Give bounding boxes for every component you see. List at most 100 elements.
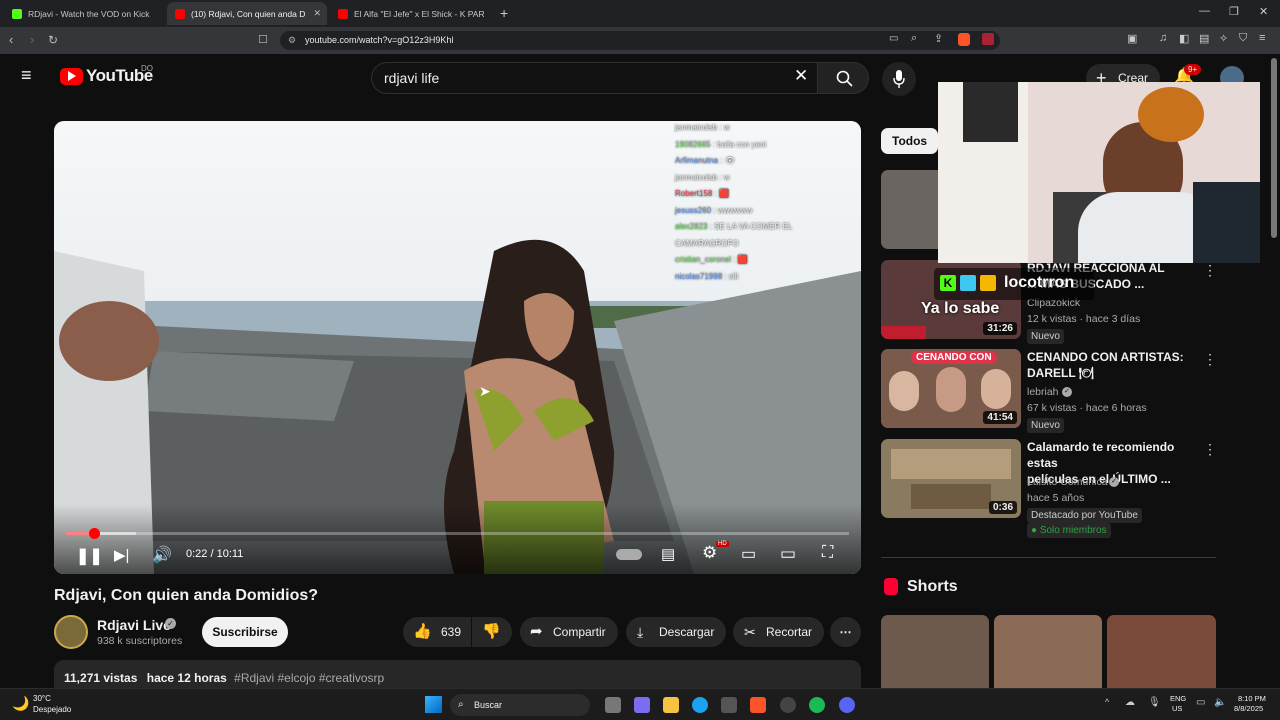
cast-icon[interactable]: ▭	[889, 33, 898, 44]
recommendation-item[interactable]: 0:36 Calamardo te recomiendo estas pelíc…	[881, 439, 1221, 538]
next-button[interactable]: ▶|	[114, 546, 129, 564]
dislike-button[interactable]: 👎	[472, 617, 512, 647]
more-actions-button[interactable]: ⋯	[830, 617, 861, 647]
clock-time[interactable]: 8:10 PM	[1238, 694, 1266, 703]
partial-thumbnail[interactable]	[881, 170, 941, 249]
rec-meta: 12 k vistas · hace 3 días	[1027, 313, 1141, 325]
close-window-icon[interactable]: ✕	[1259, 5, 1268, 18]
more-options-icon[interactable]: ⋮	[1203, 441, 1217, 458]
video-player[interactable]: ❚❚ ▶| 🔊 0:22 / 10:11 ▤ ⚙ HD ▭ ▭ ⛶ ➤ janm…	[54, 121, 861, 574]
tab-youtube-2[interactable]: El Alfa "El Jefe" x El Shick - K PARA D	[330, 2, 495, 25]
new-tab-icon[interactable]: +	[500, 5, 508, 21]
short-thumbnail[interactable]	[1107, 615, 1216, 688]
speaker-icon[interactable]: 🔈	[1214, 697, 1226, 708]
task-view-icon[interactable]	[605, 697, 621, 713]
cloud-icon[interactable]: ☁	[1125, 697, 1135, 708]
voice-search-button[interactable]	[882, 62, 916, 96]
autoplay-toggle[interactable]	[616, 549, 642, 560]
file-explorer-icon[interactable]	[663, 697, 679, 713]
taskbar-search[interactable]: ⌕ Buscar	[450, 694, 590, 716]
tab-kick[interactable]: RDjavi - Watch the VOD on Kick	[4, 2, 164, 25]
channel-name[interactable]: Rdjavi Live	[97, 617, 171, 633]
subtitles-icon[interactable]: ▤	[661, 545, 675, 563]
clip-button[interactable]: ✂ Recortar	[733, 617, 824, 647]
thumbnail[interactable]: CENANDO CON 41:54	[881, 349, 1021, 428]
zoom-icon[interactable]: ⌕	[911, 32, 917, 45]
copilot-icon[interactable]	[634, 697, 650, 713]
buffer-bar	[66, 532, 136, 535]
edge-icon[interactable]	[692, 697, 708, 713]
youtube-icon	[175, 8, 185, 19]
tab-label: (10) Rdjavi, Con quien anda D	[191, 8, 306, 19]
mic-tray-icon[interactable]: 🎙	[1148, 697, 1161, 708]
rec-channel[interactable]: lebriah	[1027, 386, 1059, 398]
fullscreen-icon[interactable]: ⛶	[822, 544, 833, 562]
restore-icon[interactable]: ❐	[1229, 5, 1239, 18]
theater-mode-icon[interactable]: ▭	[780, 544, 796, 564]
rec-title[interactable]: CENANDO CON ARTISTAS: DARELL 🍽	[1027, 349, 1207, 381]
search-input[interactable]: rdjavi life	[371, 62, 817, 94]
clear-search-icon[interactable]: ✕	[794, 66, 808, 86]
rec-channel[interactable]: Luisito Comunica	[1027, 476, 1108, 488]
thumbs-down-icon: 👎	[482, 623, 501, 640]
recommendation-item[interactable]: CENANDO CON 41:54 CENANDO CON ARTISTAS: …	[881, 349, 1221, 433]
youtube-logo-icon[interactable]	[60, 68, 83, 85]
scrollbar-thumb[interactable]	[1271, 58, 1277, 238]
rewards-icon[interactable]	[982, 33, 994, 45]
media-icon[interactable]: ♫	[1159, 32, 1167, 44]
share-button[interactable]: ➦ Compartir	[520, 617, 618, 647]
clock-date[interactable]: 8/8/2025	[1234, 704, 1263, 713]
thumbnail-shelf	[891, 449, 1011, 479]
menu-icon[interactable]: ≡	[1259, 32, 1265, 44]
chat-username: cristian_coronel	[675, 255, 732, 264]
bookmark-icon[interactable]: ☐	[258, 33, 268, 47]
share-page-icon[interactable]: ⇪	[934, 32, 943, 45]
moon-weather-icon[interactable]: 🌙	[12, 695, 29, 712]
settings-icon[interactable]: ⚙	[702, 543, 717, 563]
hashtags[interactable]: #Rdjavi #elcojo #creativosrp	[234, 671, 384, 685]
channel-avatar[interactable]	[54, 615, 88, 649]
minimize-icon[interactable]: —	[1199, 5, 1210, 17]
miniplayer-icon[interactable]: ▭	[741, 544, 756, 564]
sidebar-toggle-icon[interactable]: ◧	[1179, 32, 1189, 45]
back-icon[interactable]: ‹	[9, 33, 13, 47]
more-options-icon[interactable]: ⋮	[1203, 351, 1217, 368]
spotify-icon[interactable]	[809, 697, 825, 713]
lang-code[interactable]: ENG	[1170, 694, 1186, 703]
forward-icon[interactable]: ›	[30, 33, 34, 47]
tray-chevron-icon[interactable]: ^	[1105, 697, 1109, 707]
tab-youtube-active[interactable]: (10) Rdjavi, Con quien anda D ✕	[167, 2, 327, 25]
like-button[interactable]: 👍 639	[403, 617, 471, 647]
wallet-icon[interactable]: ▤	[1199, 32, 1209, 45]
hamburger-menu-icon[interactable]: ≡	[21, 65, 32, 86]
leo-ai-icon[interactable]: ✧	[1219, 32, 1228, 45]
verified-icon: ✓	[1109, 477, 1119, 487]
network-icon[interactable]: ▭	[1196, 697, 1205, 708]
thumbnail[interactable]: 0:36	[881, 439, 1021, 518]
short-thumbnail[interactable]	[994, 615, 1102, 688]
vpn-icon[interactable]: ⛉	[1239, 32, 1247, 45]
keyboard-layout[interactable]: US	[1172, 704, 1182, 713]
chat-username: jesuss260	[675, 205, 712, 215]
close-tab-icon[interactable]: ✕	[313, 8, 321, 19]
discord-icon[interactable]	[839, 697, 855, 713]
subscribe-button[interactable]: Suscribirse	[202, 617, 288, 647]
site-info-icon[interactable]: ⚙	[288, 31, 296, 50]
chat-text: CAMARAGROFO	[675, 238, 739, 248]
brave-shields-icon[interactable]	[958, 33, 970, 46]
pause-button[interactable]: ❚❚	[76, 546, 103, 566]
more-options-icon[interactable]: ⋮	[1203, 262, 1217, 279]
volume-icon[interactable]: 🔊	[152, 545, 172, 565]
store-icon[interactable]	[721, 697, 737, 713]
download-button[interactable]: ⤓ Descargar	[626, 617, 726, 647]
url-text: youtube.com/watch?v=gO12z3H9Khl	[305, 35, 454, 45]
chip-all[interactable]: Todos	[881, 128, 939, 154]
extensions-icon[interactable]: ▣	[1127, 32, 1137, 45]
short-thumbnail[interactable]	[881, 615, 989, 688]
reload-icon[interactable]: ↻	[48, 33, 58, 47]
brave-icon[interactable]	[750, 697, 766, 713]
windows-start-icon[interactable]	[425, 696, 442, 713]
steam-icon[interactable]	[780, 697, 796, 713]
progress-bar[interactable]	[66, 528, 849, 539]
search-button[interactable]	[817, 62, 869, 94]
